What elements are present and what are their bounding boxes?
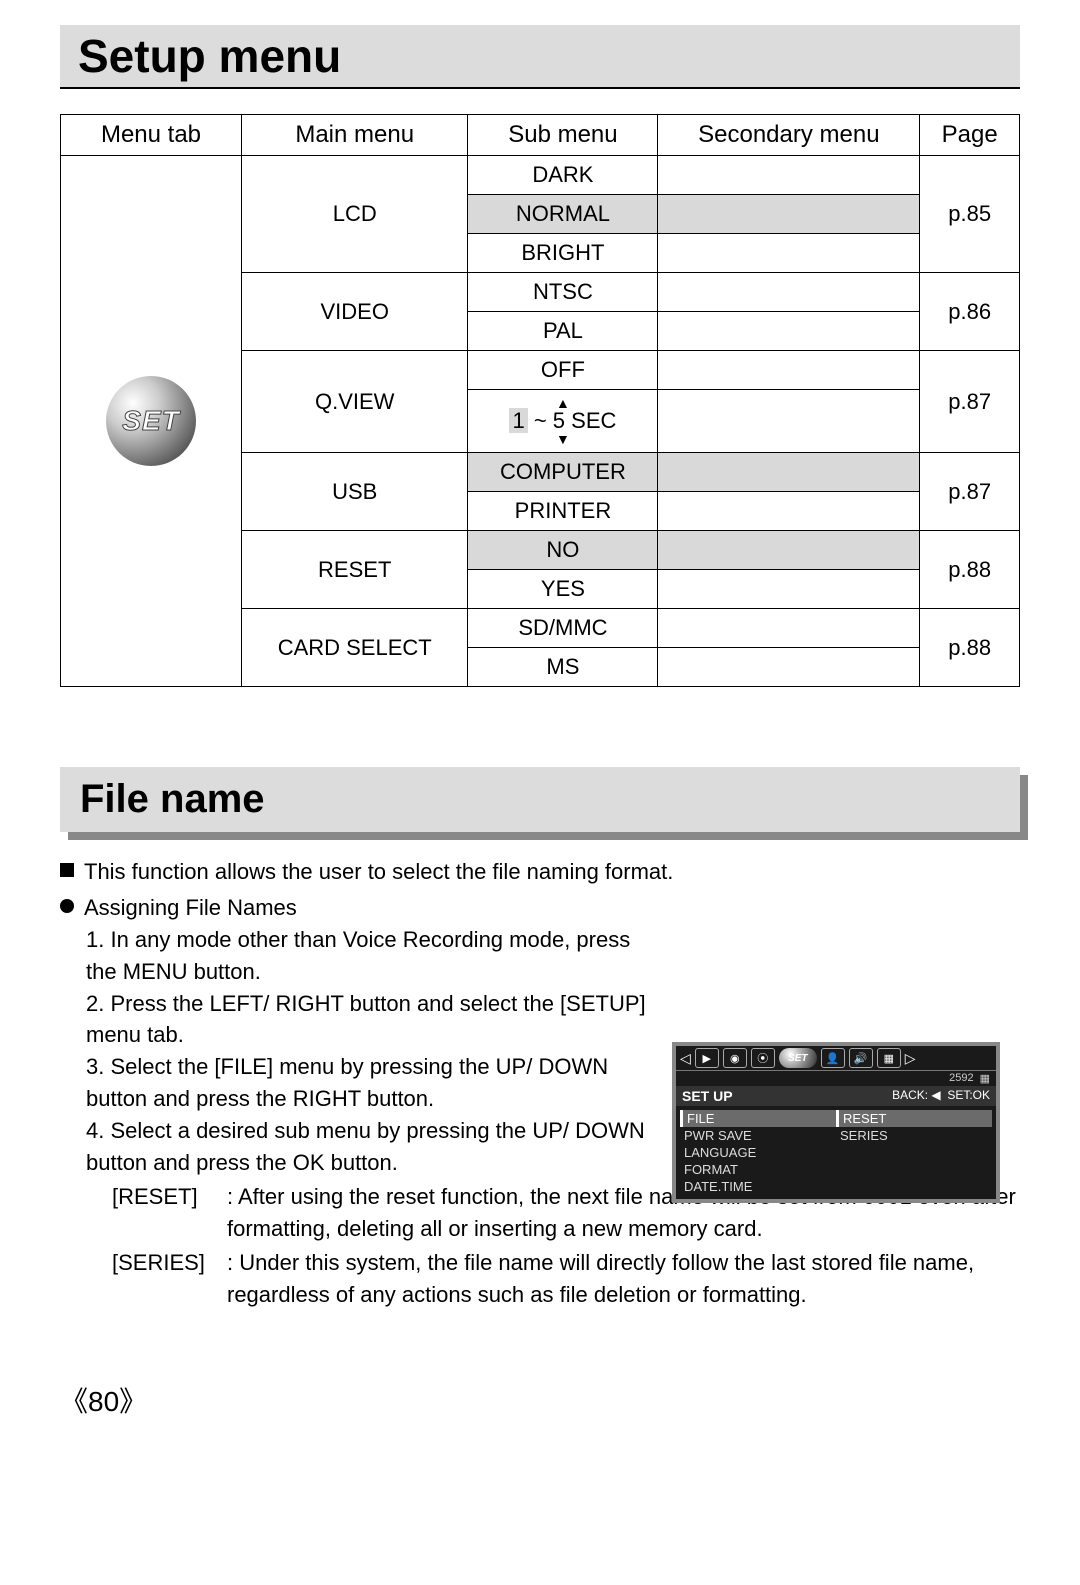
step-4: 4. Select a desired sub menu by pressing… [86, 1115, 646, 1179]
col-mainmenu: Main menu [242, 115, 468, 156]
menu-file: FILE [680, 1110, 836, 1127]
screen-ok: SET:OK [947, 1088, 990, 1102]
col-menutab: Menu tab [61, 115, 242, 156]
main-video: VIDEO [242, 273, 468, 351]
sub-bright: BRIGHT [468, 234, 658, 273]
page-usb: p.87 [920, 453, 1020, 531]
main-lcd: LCD [242, 156, 468, 273]
mode-portrait-icon: 👤 [821, 1048, 845, 1068]
page-video: p.86 [920, 273, 1020, 351]
menu-language: LANGUAGE [680, 1144, 836, 1161]
sub-printer: PRINTER [468, 492, 658, 531]
menu-pwrsave: PWR SAVE [680, 1127, 836, 1144]
main-reset: RESET [242, 531, 468, 609]
step-3: 3. Select the [FILE] menu by pressing th… [86, 1051, 646, 1115]
sub-computer: COMPUTER [468, 453, 658, 492]
assign-heading: Assigning File Names [84, 892, 297, 924]
page-lcd: p.85 [920, 156, 1020, 273]
page-number: 《80》 [60, 1380, 1020, 1420]
main-usb: USB [242, 453, 468, 531]
nav-right-icon: ▷ [905, 1050, 916, 1067]
col-page: Page [920, 115, 1020, 156]
col-submenu: Sub menu [468, 115, 658, 156]
menutab-set-cell: SET [61, 156, 242, 687]
step-2: 2. Press the LEFT/ RIGHT button and sele… [86, 988, 646, 1052]
opt-series: SERIES [836, 1127, 992, 1144]
screen-title: SET UP [682, 1088, 733, 1104]
page-title: Setup menu [60, 25, 1020, 89]
def-reset-label: [RESET] [112, 1181, 227, 1245]
sub-off: OFF [468, 351, 658, 390]
set-icon: SET [106, 376, 196, 466]
table-header-row: Menu tab Main menu Sub menu Secondary me… [61, 115, 1020, 156]
menu-format: FORMAT [680, 1161, 836, 1178]
sub-qview-range: ▲ 1 ~ 5 SEC ▼ [468, 390, 658, 453]
mode-play-icon: ▶ [695, 1048, 719, 1068]
step-1: 1. In any mode other than Voice Recordin… [86, 924, 646, 988]
page-qview: p.87 [920, 351, 1020, 453]
mode-movie-icon: ⦿ [751, 1048, 775, 1068]
page-reset: p.88 [920, 531, 1020, 609]
section-heading: File name [60, 767, 1020, 832]
screen-back: BACK: ◀ [892, 1088, 941, 1102]
def-series-text: : Under this system, the file name will … [227, 1247, 1020, 1311]
mode-sound-icon: 🔊 [849, 1048, 873, 1068]
sub-normal: NORMAL [468, 195, 658, 234]
mode-grid-icon: ▦ [877, 1048, 901, 1068]
grid-icon: ▦ [980, 1072, 990, 1085]
page-card: p.88 [920, 609, 1020, 687]
set-mini-icon: SET [779, 1048, 817, 1068]
arrow-down-icon: ▼ [556, 432, 570, 446]
status-number: 2592 [949, 1072, 973, 1085]
main-qview: Q.VIEW [242, 351, 468, 453]
sub-yes: YES [468, 570, 658, 609]
mode-camera-icon: ◉ [723, 1048, 747, 1068]
sub-dark: DARK [468, 156, 658, 195]
sub-ms: MS [468, 648, 658, 687]
setup-menu-table: Menu tab Main menu Sub menu Secondary me… [60, 114, 1020, 687]
sub-no: NO [468, 531, 658, 570]
def-series-label: [SERIES] [112, 1247, 227, 1311]
sub-ntsc: NTSC [468, 273, 658, 312]
qview-value: 1 [509, 408, 527, 433]
lcd-screenshot: ◁ ▶ ◉ ⦿ SET 👤 🔊 ▦ ▷ 2592 ▦ SET UP BACK: ◀… [672, 1042, 1000, 1203]
opt-reset: RESET [836, 1110, 992, 1127]
menu-datetime: DATE.TIME [680, 1178, 836, 1195]
nav-left-icon: ◁ [680, 1050, 691, 1067]
sub-sd: SD/MMC [468, 609, 658, 648]
sub-pal: PAL [468, 312, 658, 351]
disc-bullet-icon [60, 899, 74, 913]
square-bullet-icon [60, 863, 74, 877]
main-card: CARD SELECT [242, 609, 468, 687]
col-secondary: Secondary menu [658, 115, 920, 156]
intro-text: This function allows the user to select … [84, 856, 673, 888]
